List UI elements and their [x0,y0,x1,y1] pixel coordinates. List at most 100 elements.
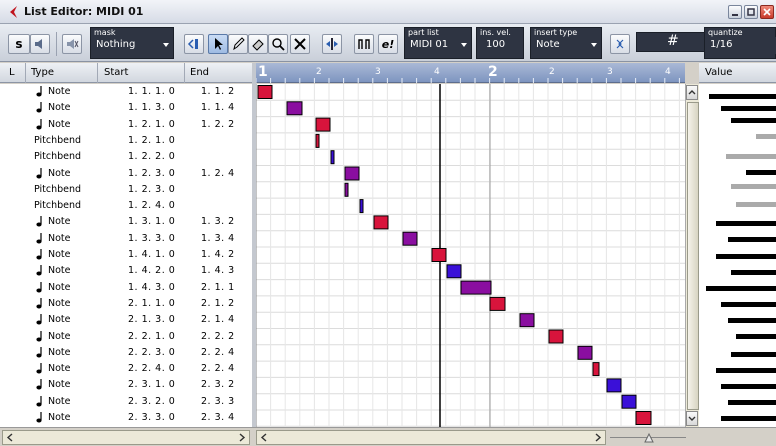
list-row[interactable]: Pitchbend 1. 2. 1. 0 [0,133,252,149]
event-type[interactable]: Pitchbend [34,135,81,146]
event-block[interactable] [621,394,637,409]
value-bar[interactable] [756,134,776,139]
event-end[interactable]: 2. 1. 2 [201,298,235,309]
event-type[interactable]: Note [48,298,71,309]
value-bar[interactable] [716,254,776,259]
event-end[interactable]: 2. 2. 2 [201,331,235,342]
speaker-icon[interactable] [30,34,50,54]
event-end[interactable]: 2. 3. 4 [201,412,235,423]
list-row[interactable]: Note 2. 3. 3. 0 2. 3. 4 [0,410,252,426]
list-row[interactable]: Note 2. 1. 1. 0 2. 1. 2 [0,296,252,312]
event-type[interactable]: Note [48,216,71,227]
value-bar[interactable] [716,221,776,226]
value-bar[interactable] [728,237,776,242]
value-bar[interactable] [721,106,776,111]
column-header-l[interactable]: L [9,67,15,78]
part-list-select[interactable]: MIDI 01 [406,37,470,54]
close-button[interactable] [760,5,774,19]
scroll-up-arrow[interactable] [686,85,698,100]
column-divider[interactable] [97,63,98,83]
event-display[interactable] [256,84,685,427]
event-end[interactable]: 2. 3. 2 [201,379,235,390]
list-row[interactable]: Pitchbend 1. 2. 4. 0 [0,198,252,214]
zoom-slider[interactable] [610,433,686,443]
value-bar[interactable] [736,334,776,339]
list-row[interactable]: Note 2. 2. 1. 0 2. 2. 2 [0,329,252,345]
arrow-tool-icon[interactable] [208,34,228,54]
column-divider[interactable] [25,63,26,83]
event-block[interactable] [577,345,593,360]
event-type[interactable]: Note [48,412,71,423]
event-start[interactable]: 2. 1. 3. 0 [128,314,175,325]
ruler[interactable]: 1 2 3 4 2 2 3 4 [256,63,685,83]
value-bar[interactable] [736,202,776,207]
minimize-button[interactable] [728,5,742,19]
event-start[interactable]: 2. 2. 3. 0 [128,347,175,358]
event-end[interactable]: 2. 2. 4 [201,347,235,358]
maximize-button[interactable] [744,5,758,19]
value-bar[interactable] [731,118,776,123]
list-row[interactable]: Note 2. 1. 3. 0 2. 1. 4 [0,312,252,328]
list-row[interactable]: Note 1. 1. 1. 0 1. 1. 2 [0,84,252,100]
event-end[interactable]: 2. 3. 3 [201,396,235,407]
value-bar[interactable] [726,154,776,159]
event-type[interactable]: Note [48,331,71,342]
event-end[interactable]: 1. 3. 4 [201,233,235,244]
value-bar[interactable] [728,318,776,323]
event-start[interactable]: 1. 1. 3. 0 [128,102,175,113]
event-start[interactable]: 1. 2. 3. 0 [128,184,175,195]
autoscroll-icon[interactable] [322,34,342,54]
list-horizontal-scrollbar[interactable] [2,430,250,445]
event-end[interactable]: 1. 2. 2 [201,119,235,130]
event-block[interactable] [460,280,492,295]
event-end[interactable]: 2. 1. 4 [201,314,235,325]
event-type[interactable]: Note [48,363,71,374]
event-type[interactable]: Note [48,102,71,113]
value-bar[interactable] [721,416,776,421]
value-bar[interactable] [709,94,776,99]
list-row[interactable]: Note 1. 4. 2. 0 1. 4. 3 [0,263,252,279]
event-type[interactable]: Note [48,265,71,276]
zoom-tool-icon[interactable] [268,34,288,54]
list-row[interactable]: Pitchbend 1. 2. 2. 0 [0,149,252,165]
event-block[interactable] [315,133,320,148]
snap-to-zero-icon[interactable] [610,34,630,54]
event-end[interactable]: 2. 1. 1 [201,282,235,293]
value-bar[interactable] [728,400,776,405]
ins-vel-stepper[interactable]: 100 [478,37,522,54]
event-start[interactable]: 1. 2. 4. 0 [128,200,175,211]
event-type[interactable]: Note [48,168,71,179]
event-block[interactable] [330,150,335,165]
event-start[interactable]: 2. 3. 1. 0 [128,379,175,390]
event-grid[interactable] [256,84,685,427]
list-row[interactable]: Note 1. 2. 1. 0 1. 2. 2 [0,117,252,133]
event-block[interactable] [519,313,535,328]
quantize-select[interactable]: 1/16 [706,37,776,54]
value-bar[interactable] [731,184,776,189]
event-end[interactable]: 2. 2. 4 [201,363,235,374]
edit-in-place-button[interactable]: e! [378,34,398,54]
event-start[interactable]: 1. 4. 3. 0 [128,282,175,293]
event-start[interactable]: 2. 1. 1. 0 [128,298,175,309]
event-start[interactable]: 1. 2. 1. 0 [128,119,175,130]
event-type[interactable]: Note [48,119,71,130]
event-type[interactable]: Note [48,233,71,244]
event-start[interactable]: 1. 2. 1. 0 [128,135,175,146]
event-end[interactable]: 1. 4. 2 [201,249,235,260]
value-bar[interactable] [706,286,776,291]
event-block[interactable] [257,85,273,99]
event-start[interactable]: 2. 3. 2. 0 [128,396,175,407]
scroll-left-arrow[interactable] [4,431,16,444]
display-horizontal-scrollbar[interactable] [256,430,606,445]
event-type[interactable]: Note [48,282,71,293]
list-row[interactable]: Note 1. 4. 1. 0 1. 4. 2 [0,247,252,263]
event-end[interactable]: 1. 4. 3 [201,265,235,276]
list-row[interactable]: Note 2. 3. 2. 0 2. 3. 3 [0,394,252,410]
list-row[interactable]: Note 1. 1. 3. 0 1. 1. 4 [0,100,252,116]
event-end[interactable]: 1. 1. 4 [201,102,235,113]
event-start[interactable]: 1. 4. 2. 0 [128,265,175,276]
column-divider[interactable] [184,63,185,83]
vertical-scrollbar[interactable] [685,84,699,427]
scroll-left-arrow[interactable] [258,431,270,444]
list-row[interactable]: Note 2. 3. 1. 0 2. 3. 2 [0,377,252,393]
